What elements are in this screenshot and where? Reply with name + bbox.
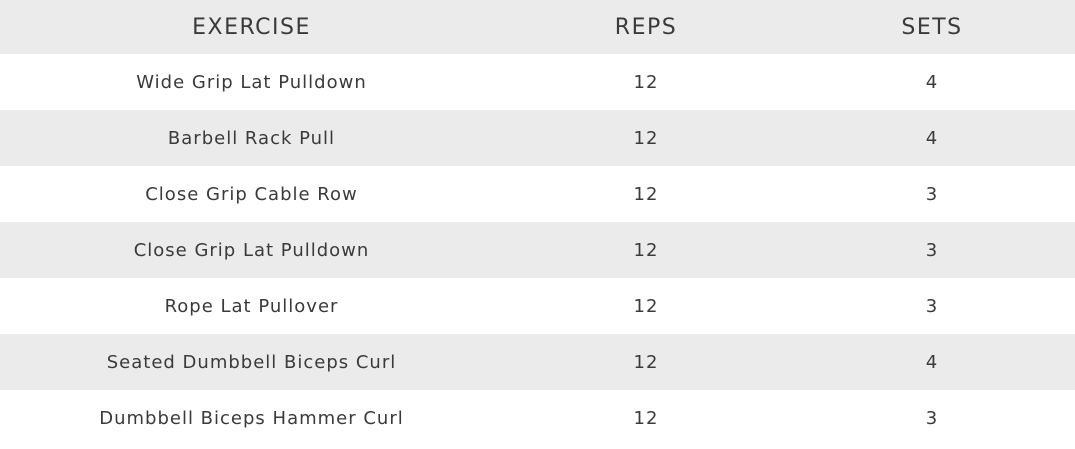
reps-cell: 12 [633,351,659,373]
exercise-cell: Rope Lat Pullover [164,295,339,317]
sets-cell: 4 [925,71,939,93]
workout-table: EXERCISE REPS SETS Wide Grip Lat Pulldow… [0,0,1075,446]
table-row: Wide Grip Lat Pulldown 12 4 [0,54,1075,110]
sets-cell: 4 [925,351,939,373]
reps-cell: 12 [633,183,659,205]
reps-cell: 12 [633,127,659,149]
table-row: Barbell Rack Pull 12 4 [0,110,1075,166]
exercise-cell: Close Grip Lat Pulldown [133,239,370,261]
header-exercise: EXERCISE [192,14,311,40]
sets-cell: 3 [925,183,939,205]
exercise-cell: Seated Dumbbell Biceps Curl [106,351,397,373]
sets-cell: 3 [925,239,939,261]
table-row: Rope Lat Pullover 12 3 [0,278,1075,334]
header-row: EXERCISE REPS SETS [0,0,1075,54]
table-row: Close Grip Lat Pulldown 12 3 [0,222,1075,278]
table-row: Seated Dumbbell Biceps Curl 12 4 [0,334,1075,390]
exercise-cell: Barbell Rack Pull [167,127,336,149]
exercise-cell: Wide Grip Lat Pulldown [136,71,367,93]
table-row: Dumbbell Biceps Hammer Curl 12 3 [0,390,1075,446]
reps-cell: 12 [633,239,659,261]
sets-cell: 4 [925,127,939,149]
sets-cell: 3 [925,295,939,317]
table-body: Wide Grip Lat Pulldown 12 4 Barbell Rack… [0,54,1075,446]
reps-cell: 12 [633,71,659,93]
table-header: EXERCISE REPS SETS [0,0,1075,54]
sets-cell: 3 [925,407,939,429]
header-reps: REPS [614,14,678,40]
reps-cell: 12 [633,407,659,429]
exercise-cell: Dumbbell Biceps Hammer Curl [99,407,404,429]
header-sets: SETS [901,14,963,40]
table-row: Close Grip Cable Row 12 3 [0,166,1075,222]
exercise-cell: Close Grip Cable Row [145,183,358,205]
reps-cell: 12 [633,295,659,317]
